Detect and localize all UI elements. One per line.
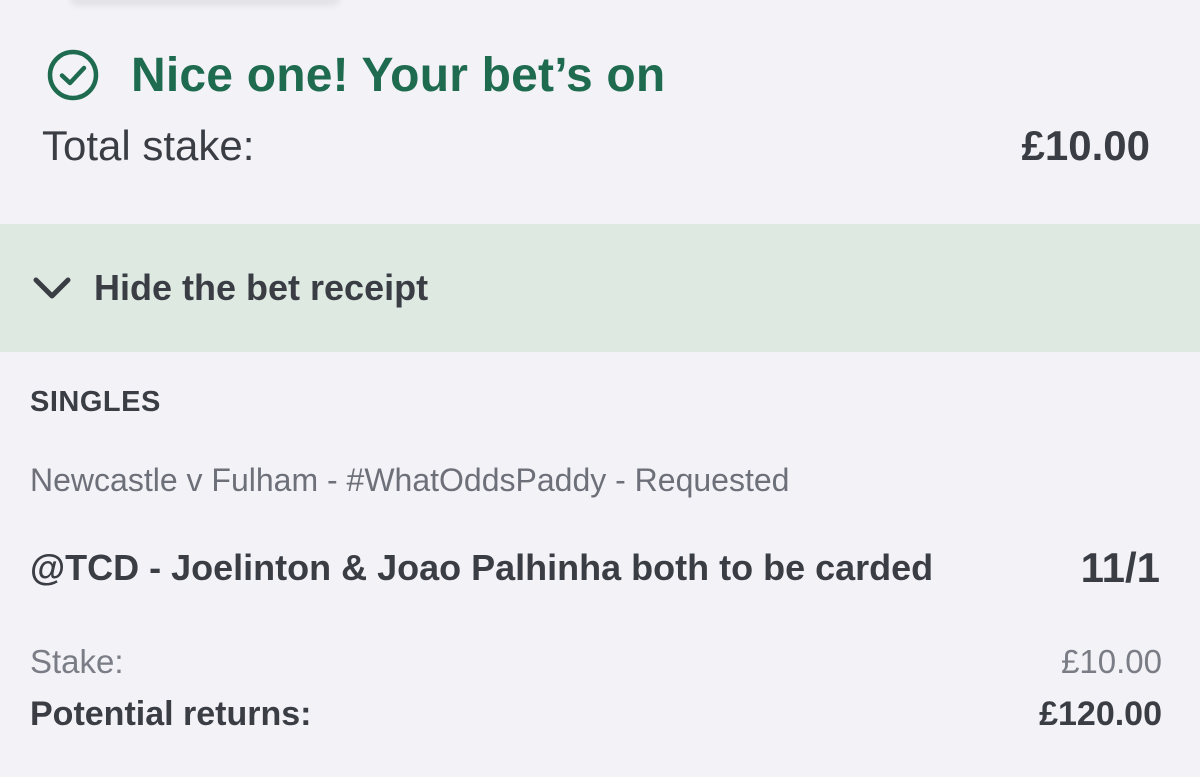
chevron-down-icon	[30, 266, 74, 310]
potential-returns-label: Potential returns:	[30, 694, 312, 733]
hide-receipt-label: Hide the bet receipt	[94, 267, 429, 308]
stake-row: Stake: £10.00	[30, 640, 1162, 684]
selection-name: @TCD - Joelinton & Joao Palhinha both to…	[30, 547, 934, 588]
selection-odds: 11/1	[1080, 544, 1160, 591]
total-stake-label: Total stake:	[42, 122, 255, 169]
check-circle-icon	[45, 47, 101, 103]
confirmation-title: Nice one! Your bet’s on	[131, 48, 666, 102]
stake-label: Stake:	[30, 643, 124, 680]
confirmation-header: Nice one! Your bet’s on	[45, 44, 665, 106]
bet-confirmation-page: Nice one! Your bet’s on Total stake: £10…	[0, 0, 1200, 777]
stake-value: £10.00	[1061, 643, 1162, 680]
event-name: Newcastle v Fulham - #WhatOddsPaddy - Re…	[30, 462, 790, 498]
selection-row: @TCD - Joelinton & Joao Palhinha both to…	[30, 540, 1160, 596]
hide-receipt-toggle[interactable]: Hide the bet receipt	[0, 224, 1200, 352]
total-stake-row: Total stake: £10.00	[42, 118, 1150, 174]
total-stake-value: £10.00	[1021, 122, 1150, 169]
top-shadow	[70, 0, 340, 6]
potential-returns-value: £120.00	[1039, 694, 1162, 733]
potential-returns-row: Potential returns: £120.00	[30, 692, 1162, 736]
singles-section-label: SINGLES	[30, 386, 161, 418]
